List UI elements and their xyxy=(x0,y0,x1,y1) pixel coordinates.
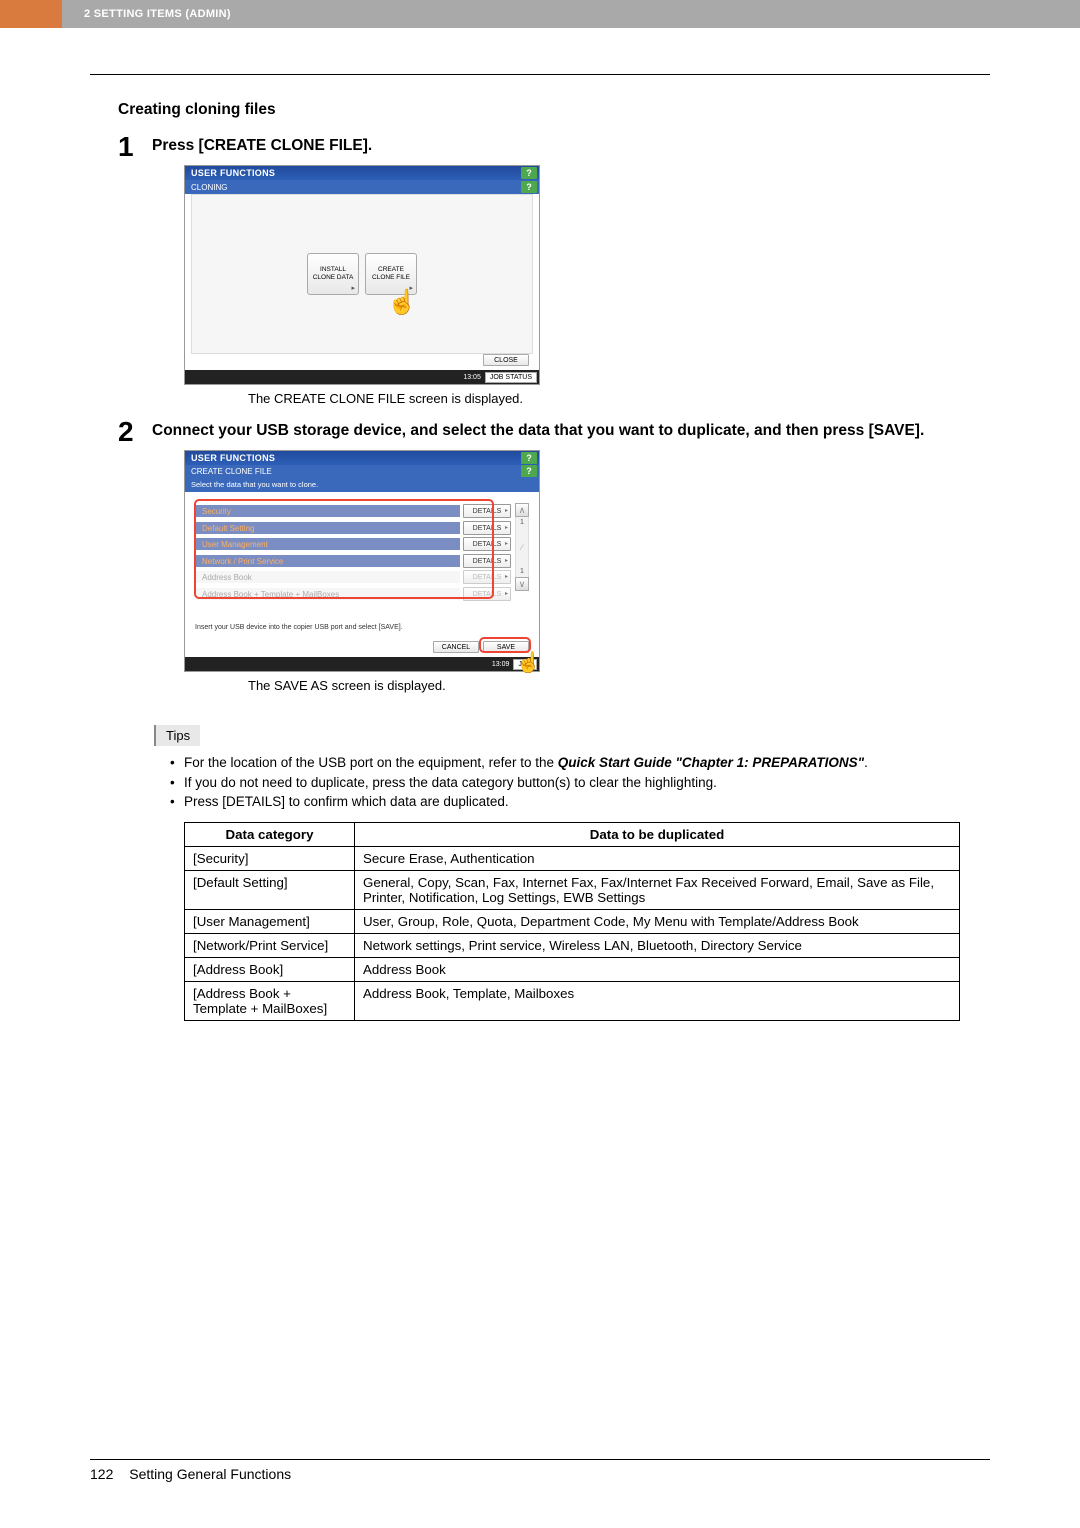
clone-category-label: Address Book xyxy=(195,570,461,584)
ss1-title: USER FUNCTIONS xyxy=(187,168,275,178)
divider-top xyxy=(90,74,990,75)
table-cell-data: General, Copy, Scan, Fax, Internet Fax, … xyxy=(355,870,960,909)
chevron-icon: ▸ xyxy=(505,522,508,535)
tips-list: For the location of the USB port on the … xyxy=(170,754,960,812)
clone-category-label: User Management xyxy=(195,537,461,551)
job-status-button[interactable]: JOB STATUS xyxy=(485,372,537,383)
footer-title: Setting General Functions xyxy=(129,1466,291,1482)
section-title: Creating cloning files xyxy=(118,101,990,119)
clock: 13:05 xyxy=(463,374,481,381)
step-1-number: 1 xyxy=(118,133,152,161)
ss2-title: USER FUNCTIONS xyxy=(187,453,275,463)
cancel-button[interactable]: CANCEL xyxy=(433,641,479,653)
table-cell-category: [Security] xyxy=(185,846,355,870)
chevron-icon: ▸ xyxy=(409,285,413,293)
ss1-subtitle: CLONING xyxy=(191,183,227,192)
caption-2: The SAVE AS screen is displayed. xyxy=(248,678,990,693)
chevron-icon: ▸ xyxy=(505,588,508,601)
save-button[interactable]: SAVE xyxy=(483,641,529,653)
table-cell-category: [Address Book + Template + MailBoxes] xyxy=(185,981,355,1020)
table-cell-data: User, Group, Role, Quota, Department Cod… xyxy=(355,909,960,933)
scrollbar[interactable]: ∧ 1 ∕ 1 ∨ xyxy=(515,503,529,635)
tip-item: If you do not need to duplicate, press t… xyxy=(170,774,960,793)
breadcrumb-bar: 2 SETTING ITEMS (ADMIN) xyxy=(62,0,1080,28)
chapter-tab xyxy=(0,0,62,28)
details-button[interactable]: DETAILS▸ xyxy=(463,521,511,535)
details-button[interactable]: DETAILS▸ xyxy=(463,587,511,601)
install-clone-data-button[interactable]: INSTALL CLONE DATA ▸ xyxy=(307,253,359,295)
help-icon[interactable]: ? xyxy=(521,452,537,464)
tips-label: Tips xyxy=(154,725,200,746)
breadcrumb-text: 2 SETTING ITEMS (ADMIN) xyxy=(84,8,231,20)
ss2-footer-instruction: Insert your USB device into the copier U… xyxy=(195,624,403,631)
table-row: [Address Book + Template + MailBoxes]Add… xyxy=(185,981,960,1020)
table-cell-category: [Default Setting] xyxy=(185,870,355,909)
page-num-bot: 1 xyxy=(520,568,524,575)
clone-category-label: Address Book + Template + MailBoxes xyxy=(195,587,461,601)
clone-category-row[interactable]: User ManagementDETAILS▸ xyxy=(195,536,511,552)
chevron-icon: ▸ xyxy=(505,538,508,551)
job-status-button[interactable]: JOB xyxy=(513,659,537,670)
step-2: 2 Connect your USB storage device, and s… xyxy=(118,418,990,446)
step-2-text: Connect your USB storage device, and sel… xyxy=(152,418,990,440)
page-number: 122 xyxy=(90,1466,113,1482)
clone-category-row[interactable]: Address BookDETAILS▸ xyxy=(195,569,511,585)
table-cell-data: Address Book xyxy=(355,957,960,981)
help-icon[interactable]: ? xyxy=(521,167,537,179)
data-category-table: Data category Data to be duplicated [Sec… xyxy=(184,822,960,1021)
details-button[interactable]: DETAILS▸ xyxy=(463,570,511,584)
close-button[interactable]: CLOSE xyxy=(483,354,529,366)
clone-category-row[interactable]: Network / Print ServiceDETAILS▸ xyxy=(195,553,511,569)
create-clone-file-button[interactable]: CREATE CLONE FILE ▸ xyxy=(365,253,417,295)
scroll-down-icon[interactable]: ∨ xyxy=(515,577,529,591)
step-2-number: 2 xyxy=(118,418,152,446)
clone-category-row[interactable]: Default SettingDETAILS▸ xyxy=(195,520,511,536)
details-button[interactable]: DETAILS▸ xyxy=(463,537,511,551)
step-1: 1 Press [CREATE CLONE FILE]. xyxy=(118,133,990,161)
caption-1: The CREATE CLONE FILE screen is displaye… xyxy=(248,391,990,406)
help-icon[interactable]: ? xyxy=(521,465,537,477)
chevron-icon: ▸ xyxy=(505,555,508,568)
chevron-icon: ▸ xyxy=(505,505,508,518)
step-1-text: Press [CREATE CLONE FILE]. xyxy=(152,133,990,155)
scroll-up-icon[interactable]: ∧ xyxy=(515,503,529,517)
clone-category-label: Security xyxy=(195,504,461,518)
chevron-icon: ▸ xyxy=(505,571,508,584)
page-num-top: 1 xyxy=(520,519,524,526)
divider-bottom xyxy=(90,1459,990,1460)
ss2-subtitle: CREATE CLONE FILE xyxy=(191,467,272,476)
details-button[interactable]: DETAILS▸ xyxy=(463,504,511,518)
clock: 13:09 xyxy=(492,661,510,668)
screenshot-cloning: USER FUNCTIONS ? CLONING ? INSTALL CLONE… xyxy=(184,165,540,385)
clone-category-row[interactable]: Address Book + Template + MailBoxesDETAI… xyxy=(195,586,511,602)
tip-item: Press [DETAILS] to confirm which data ar… xyxy=(170,793,960,812)
table-cell-category: [Network/Print Service] xyxy=(185,933,355,957)
ss1-body: INSTALL CLONE DATA ▸ CREATE CLONE FILE ▸ xyxy=(191,194,533,354)
clone-category-label: Default Setting xyxy=(195,521,461,535)
table-header-data: Data to be duplicated xyxy=(355,822,960,846)
clone-category-label: Network / Print Service xyxy=(195,554,461,568)
clone-category-row[interactable]: SecurityDETAILS▸ xyxy=(195,503,511,519)
table-row: [Address Book]Address Book xyxy=(185,957,960,981)
table-row: [Default Setting]General, Copy, Scan, Fa… xyxy=(185,870,960,909)
table-cell-data: Network settings, Print service, Wireles… xyxy=(355,933,960,957)
table-cell-data: Address Book, Template, Mailboxes xyxy=(355,981,960,1020)
help-icon[interactable]: ? xyxy=(521,181,537,193)
tip-item: For the location of the USB port on the … xyxy=(170,754,960,773)
table-row: [User Management]User, Group, Role, Quot… xyxy=(185,909,960,933)
screenshot-create-clone-file: USER FUNCTIONS ? CREATE CLONE FILE ? Sel… xyxy=(184,450,540,672)
table-header-category: Data category xyxy=(185,822,355,846)
table-cell-data: Secure Erase, Authentication xyxy=(355,846,960,870)
details-button[interactable]: DETAILS▸ xyxy=(463,554,511,568)
page-footer: 122 Setting General Functions xyxy=(90,1459,990,1482)
table-cell-category: [User Management] xyxy=(185,909,355,933)
table-cell-category: [Address Book] xyxy=(185,957,355,981)
table-row: [Network/Print Service]Network settings,… xyxy=(185,933,960,957)
chevron-icon: ▸ xyxy=(351,285,355,293)
table-row: [Security]Secure Erase, Authentication xyxy=(185,846,960,870)
ss2-instruction: Select the data that you want to clone. xyxy=(185,477,539,492)
